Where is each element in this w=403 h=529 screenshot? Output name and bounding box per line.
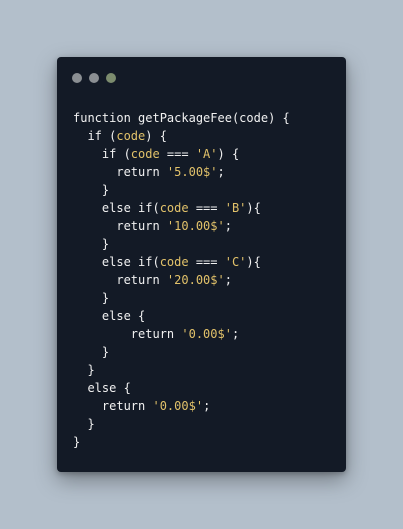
code-line: return '0.00$'; bbox=[73, 397, 290, 415]
maximize-dot-icon[interactable] bbox=[106, 73, 116, 83]
code-line: if (code) { bbox=[73, 127, 290, 145]
code-token: } bbox=[73, 291, 110, 305]
code-token: === bbox=[159, 147, 196, 161]
code-token: === bbox=[188, 201, 225, 215]
code-token: ; bbox=[224, 273, 232, 287]
code-token: === bbox=[188, 255, 225, 269]
code-token: '20.00$' bbox=[166, 273, 225, 287]
code-token: return bbox=[73, 165, 167, 179]
code-token: } bbox=[73, 435, 81, 449]
code-token: ; bbox=[224, 219, 232, 233]
code-token: (code) { bbox=[231, 111, 290, 125]
code-token: '0.00$' bbox=[181, 327, 232, 341]
close-dot-icon[interactable] bbox=[72, 73, 82, 83]
code-token: ){ bbox=[246, 201, 261, 215]
code-line: else { bbox=[73, 307, 290, 325]
code-token: return bbox=[73, 219, 167, 233]
code-token: if ( bbox=[73, 147, 131, 161]
code-token: ; bbox=[231, 327, 240, 341]
window-controls bbox=[72, 73, 116, 83]
code-token: code bbox=[159, 255, 189, 269]
code-token: } bbox=[73, 237, 110, 251]
code-token: ) { bbox=[145, 129, 167, 143]
code-line: } bbox=[73, 433, 290, 451]
code-line: else if(code === 'B'){ bbox=[73, 199, 290, 217]
code-token: getPackageFee bbox=[138, 111, 232, 125]
code-window: function getPackageFee(code) { if (code)… bbox=[57, 57, 346, 472]
code-token: if ( bbox=[73, 129, 117, 143]
code-line: else if(code === 'C'){ bbox=[73, 253, 290, 271]
code-token: } bbox=[73, 363, 95, 377]
code-token: return bbox=[73, 327, 182, 341]
code-token: ; bbox=[217, 165, 225, 179]
code-token: ){ bbox=[246, 255, 261, 269]
code-line: if (code === 'A') { bbox=[73, 145, 290, 163]
code-token: } bbox=[73, 183, 110, 197]
code-line: } bbox=[73, 289, 290, 307]
code-token: code bbox=[116, 129, 146, 143]
code-block: function getPackageFee(code) { if (code)… bbox=[73, 109, 290, 451]
code-token: else { bbox=[73, 309, 146, 323]
code-line: } bbox=[73, 343, 290, 361]
code-token: '0.00$' bbox=[152, 399, 204, 413]
code-line: return '20.00$'; bbox=[73, 271, 290, 289]
code-token: else if( bbox=[73, 201, 160, 215]
code-token: ) { bbox=[217, 147, 240, 161]
code-token: '5.00$' bbox=[166, 165, 218, 179]
minimize-dot-icon[interactable] bbox=[89, 73, 99, 83]
code-line: return '10.00$'; bbox=[73, 217, 290, 235]
code-token: '10.00$' bbox=[166, 219, 225, 233]
code-line: else { bbox=[73, 379, 290, 397]
code-token: ; bbox=[203, 399, 211, 413]
code-token: } bbox=[73, 345, 110, 359]
code-line: } bbox=[73, 181, 290, 199]
code-token: 'C' bbox=[224, 255, 247, 269]
code-line: } bbox=[73, 415, 290, 433]
code-line: return '0.00$'; bbox=[73, 325, 290, 343]
code-token: else if( bbox=[73, 255, 160, 269]
code-token: else { bbox=[73, 381, 131, 395]
code-token: return bbox=[73, 399, 153, 413]
code-line: } bbox=[73, 235, 290, 253]
code-token: code bbox=[159, 201, 189, 215]
code-token: return bbox=[73, 273, 167, 287]
code-token: } bbox=[73, 417, 95, 431]
code-line: function getPackageFee(code) { bbox=[73, 109, 290, 127]
code-token: 'A' bbox=[195, 147, 218, 161]
code-token: code bbox=[130, 147, 160, 161]
code-line: return '5.00$'; bbox=[73, 163, 290, 181]
code-token: function bbox=[73, 111, 139, 125]
code-token: 'B' bbox=[224, 201, 247, 215]
code-line: } bbox=[73, 361, 290, 379]
